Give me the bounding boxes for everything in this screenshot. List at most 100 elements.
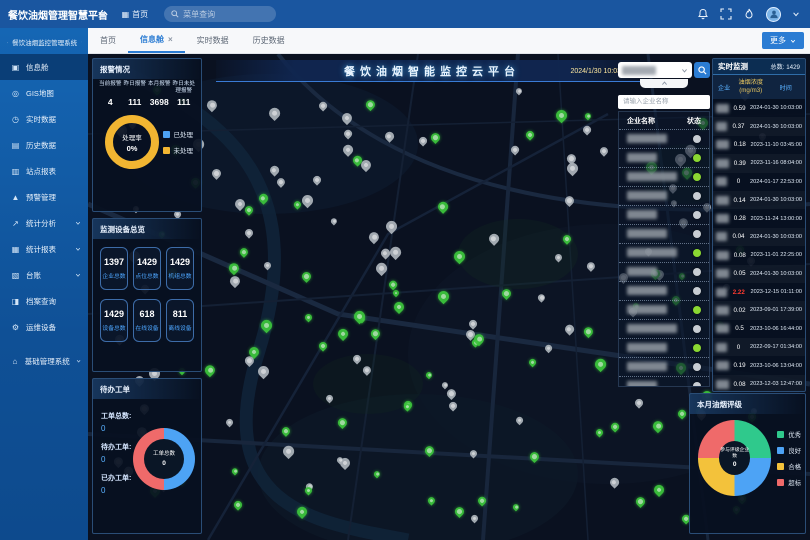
map-pin-offline[interactable] [205, 98, 220, 113]
enterprise-row[interactable] [619, 357, 709, 376]
map-pin-online[interactable] [425, 371, 434, 380]
sidebar-item[interactable]: ▧ 台账 [0, 262, 88, 288]
map-pin-online[interactable] [652, 483, 666, 497]
sidebar-item[interactable]: ◨ 档案查询 [0, 288, 88, 314]
map-pin-online[interactable] [300, 270, 313, 283]
map-pin-offline[interactable] [468, 319, 479, 330]
map-pin-online[interactable] [336, 416, 349, 429]
sidebar-item[interactable]: ▣ 信息舱 [0, 54, 88, 80]
enterprise-row[interactable] [619, 300, 709, 319]
map-pin-offline[interactable] [515, 415, 524, 424]
realtime-row[interactable]: 0.37 2024-01-30 10:03:00 [713, 117, 805, 135]
collapse-handle[interactable] [640, 79, 688, 88]
map-pin-online[interactable] [392, 300, 406, 314]
map-pin-online[interactable] [610, 422, 621, 433]
map-pin-offline[interactable] [352, 353, 363, 364]
tab-close-icon[interactable]: × [168, 35, 173, 44]
realtime-row[interactable]: 0.05 2024-01-30 10:03:00 [713, 265, 805, 283]
map-pin-offline[interactable] [565, 152, 578, 165]
map-pin-offline[interactable] [281, 444, 296, 459]
enterprise-row[interactable] [619, 243, 709, 262]
map-pin-offline[interactable] [341, 143, 355, 157]
search-button[interactable] [694, 62, 710, 78]
map-pin-offline[interactable] [440, 381, 449, 390]
sidebar-item[interactable]: ▤ 历史数据 [0, 132, 88, 158]
map-pin-offline[interactable] [276, 176, 288, 188]
map-pin-offline[interactable] [362, 364, 374, 376]
map-pin-online[interactable] [512, 503, 521, 512]
map-pin-online[interactable] [634, 495, 647, 508]
map-pin-offline[interactable] [418, 135, 429, 146]
map-pin-online[interactable] [364, 98, 377, 111]
map-pin-online[interactable] [351, 308, 366, 323]
map-pin-online[interactable] [238, 246, 250, 258]
map-pin-online[interactable] [651, 419, 666, 434]
map-pin-online[interactable] [387, 279, 398, 290]
sidebar-item[interactable]: ↗ 统计分析 [0, 210, 88, 236]
map-pin-online[interactable] [280, 425, 292, 437]
notification-icon[interactable] [697, 8, 709, 20]
map-pin-offline[interactable] [255, 364, 270, 379]
map-pin-offline[interactable] [267, 105, 282, 120]
enterprise-row[interactable] [619, 205, 709, 224]
map-pin-offline[interactable] [340, 111, 354, 125]
map-pin-offline[interactable] [228, 273, 242, 287]
enterprise-row[interactable] [619, 129, 709, 148]
map-pin-online[interactable] [231, 467, 240, 476]
menu-search-box[interactable] [164, 6, 276, 22]
map-pin-online[interactable] [453, 505, 466, 518]
map-pin-offline[interactable] [263, 261, 273, 271]
map-pin-online[interactable] [203, 363, 218, 378]
map-pin-online[interactable] [430, 131, 443, 144]
sidebar-item[interactable]: ▦ 统计报表 [0, 236, 88, 262]
realtime-row[interactable]: 0.08 2023-11-01 22:25:00 [713, 246, 805, 264]
realtime-row[interactable]: 0.39 2023-11-16 08:04:00 [713, 154, 805, 172]
chevron-down-icon[interactable] [792, 10, 800, 18]
enterprise-row[interactable] [619, 167, 709, 186]
map-pin-offline[interactable] [544, 344, 553, 353]
map-pin-online[interactable] [524, 129, 535, 140]
sidebar-item[interactable]: ▲ 预警管理 [0, 184, 88, 210]
map-pin-online[interactable] [257, 192, 269, 204]
map-pin-offline[interactable] [244, 227, 255, 238]
map-pin-offline[interactable] [598, 145, 610, 157]
map-pin-online[interactable] [527, 358, 537, 368]
enterprise-row[interactable] [619, 319, 709, 338]
sidebar-item[interactable]: ◷ 实时数据 [0, 106, 88, 132]
map-pin-offline[interactable] [342, 128, 353, 139]
map-pin-offline[interactable] [563, 323, 575, 335]
map-pin-offline[interactable] [300, 192, 315, 207]
map-pin-offline[interactable] [553, 252, 563, 262]
map-pin-offline[interactable] [367, 230, 382, 245]
realtime-row[interactable]: 0.02 2023-09-01 17:39:00 [713, 301, 805, 319]
realtime-row[interactable]: 0.19 2023-10-06 13:04:00 [713, 356, 805, 374]
sidebar-item[interactable]: ◎ GIS地图 [0, 80, 88, 106]
map-pin-offline[interactable] [383, 131, 395, 143]
realtime-row[interactable]: 0.08 2023-12-03 12:47:00 [713, 375, 805, 392]
hamburger-menu-icon[interactable]: ≡ [98, 7, 106, 22]
map-pin-offline[interactable] [210, 167, 223, 180]
tab[interactable]: 信息舱 × [128, 28, 185, 53]
realtime-row[interactable]: 0.28 2023-11-24 13:00:00 [713, 209, 805, 227]
map-pin-offline[interactable] [445, 387, 458, 400]
more-button[interactable]: 更多 [762, 32, 804, 49]
fullscreen-icon[interactable] [720, 8, 732, 20]
map-pin-offline[interactable] [581, 125, 592, 136]
realtime-row[interactable]: 0.14 2024-01-30 10:03:00 [713, 191, 805, 209]
gis-map[interactable]: 餐饮油烟智能监控云平台 2024/1/30 10:03 星期二 报警情况 当前报… [88, 54, 810, 540]
sidebar-item[interactable]: ⌂ 基础管理系统 [0, 348, 88, 374]
tab[interactable]: 实时数据 × [185, 28, 241, 53]
map-pin-online[interactable] [476, 495, 487, 506]
enterprise-row[interactable] [619, 224, 709, 243]
map-pin-offline[interactable] [515, 87, 524, 96]
tab[interactable]: 首页 × [88, 28, 128, 53]
map-pin-online[interactable] [500, 287, 513, 300]
menu-search-input[interactable] [183, 10, 263, 19]
map-pin-offline[interactable] [268, 164, 280, 176]
map-pin-online[interactable] [435, 289, 450, 304]
enterprise-row[interactable] [619, 281, 709, 300]
map-pin-offline[interactable] [374, 261, 389, 276]
map-pin-online[interactable] [452, 249, 467, 264]
map-pin-offline[interactable] [225, 418, 235, 428]
enterprise-select[interactable] [618, 62, 692, 78]
